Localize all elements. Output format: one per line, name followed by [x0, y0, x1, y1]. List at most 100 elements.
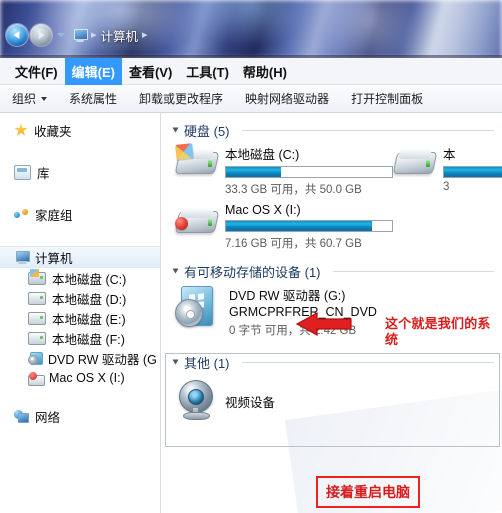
- drive-capacity-text: 7.16 GB 可用，共 60.7 GB: [225, 238, 362, 250]
- forward-arrow-icon: [38, 31, 45, 39]
- group-title: 其他 (1): [184, 355, 230, 371]
- organize-label: 组织: [12, 92, 37, 106]
- device-name: 视频设备: [225, 396, 276, 410]
- menu-tools[interactable]: 工具(T): [179, 58, 236, 85]
- left-arrow-annotation: [295, 311, 352, 337]
- system-properties-button[interactable]: 系统属性: [69, 90, 117, 107]
- recent-locations-chevron-down-icon[interactable]: [57, 33, 65, 37]
- chevron-down-icon: [41, 96, 48, 101]
- menu-help[interactable]: 帮助(H): [236, 58, 294, 85]
- tile-row-2: Mac OS X (I:) 7.16 GB 可用，共 60.7 GB: [161, 200, 502, 254]
- organize-button[interactable]: 组织: [12, 90, 48, 107]
- sidebar-item-homegroup[interactable]: 家庭组: [0, 204, 160, 224]
- menu-bar: 文件(F) 编辑(E) 查看(V) 工具(T) 帮助(H): [0, 57, 502, 85]
- dvd-drive-tile-g[interactable]: DVD RW 驱动器 (G:) GRMCPRFRER_CN_DVD 0 字节 可…: [175, 282, 393, 341]
- capacity-bar: [225, 220, 393, 232]
- tile-row-4: 视频设备: [161, 377, 502, 423]
- explorer-window: ▸ 计算机 ▸ 文件(F) 编辑(E) 查看(V) 工具(T) 帮助(H) 组织…: [0, 0, 502, 513]
- group-header-hard-disks[interactable]: 硬盘 (5): [161, 119, 502, 141]
- sidebar-item-mac-os-x-i[interactable]: Mac OS X (I:): [0, 368, 160, 388]
- system-drive-icon: [28, 268, 46, 285]
- navigation-pane[interactable]: 收藏夹 库 家庭组 计算机 本地磁盘 (C:) 本地磁盘 (D:) 本地磁盘 (…: [0, 113, 161, 513]
- breadcrumb-separator-2[interactable]: ▸: [142, 29, 148, 41]
- dvd-drive-name: DVD RW 驱动器 (G:): [229, 289, 346, 303]
- collapse-triangle-icon[interactable]: [172, 268, 179, 274]
- sidebar-item-label: 计算机: [35, 251, 73, 266]
- back-button[interactable]: [6, 24, 28, 46]
- sidebar-item-network[interactable]: 网络: [0, 406, 160, 426]
- sidebar-item-drive-f[interactable]: 本地磁盘 (F:): [0, 328, 160, 348]
- drive-capacity-text: 33.3 GB 可用，共 50.0 GB: [225, 184, 362, 196]
- breadcrumb-separator-1: ▸: [91, 28, 97, 41]
- sidebar-item-drive-d[interactable]: 本地磁盘 (D:): [0, 288, 160, 308]
- network-icon: [14, 409, 29, 423]
- sidebar-item-label: 本地磁盘 (E:): [52, 312, 126, 327]
- sidebar-item-computer[interactable]: 计算机: [0, 246, 160, 268]
- group-title: 硬盘 (5): [184, 123, 230, 139]
- drive-name: 本地磁盘 (C:): [225, 148, 300, 162]
- sidebar-item-label: Mac OS X (I:): [49, 371, 125, 385]
- drive-tile-clipped[interactable]: 本 3: [392, 141, 502, 200]
- map-network-drive-button[interactable]: 映射网络驱动器: [245, 90, 329, 107]
- menu-edit[interactable]: 编辑(E): [64, 57, 122, 85]
- sidebar-item-drive-e[interactable]: 本地磁盘 (E:): [0, 308, 160, 328]
- sidebar-item-label: 本地磁盘 (F:): [52, 332, 125, 347]
- drive-tile-mac-os-x[interactable]: Mac OS X (I:) 7.16 GB 可用，共 60.7 GB: [174, 200, 393, 254]
- sidebar-item-dvd-drive-g[interactable]: DVD RW 驱动器 (G: [0, 348, 160, 368]
- tile-row-1: 本地磁盘 (C:) 33.3 GB 可用，共 50.0 GB 本 3: [161, 141, 502, 200]
- sidebar-item-label: 本地磁盘 (C:): [52, 272, 127, 287]
- device-tile-video[interactable]: 视频设备: [175, 377, 393, 423]
- window-body: 收藏夹 库 家庭组 计算机 本地磁盘 (C:) 本地磁盘 (D:) 本地磁盘 (…: [0, 113, 502, 513]
- mac-hard-drive-icon: [174, 203, 220, 237]
- drive-name: 本: [443, 148, 456, 162]
- homegroup-icon: [14, 208, 29, 221]
- forward-button[interactable]: [30, 24, 52, 46]
- sidebar-item-label: 家庭组: [35, 208, 73, 223]
- dvd-drive-icon: [175, 285, 221, 327]
- dvd-drive-icon: [28, 351, 43, 365]
- capacity-bar: [225, 166, 393, 178]
- breadcrumb[interactable]: ▸ 计算机 ▸: [72, 25, 148, 45]
- group-title: 有可移动存储的设备 (1): [184, 264, 321, 280]
- sidebar-item-label: DVD RW 驱动器 (G: [48, 352, 157, 367]
- drive-tile-c[interactable]: 本地磁盘 (C:) 33.3 GB 可用，共 50.0 GB: [174, 141, 393, 200]
- collapse-triangle-icon[interactable]: [172, 127, 179, 133]
- reboot-annotation-box: 接着重启电脑: [316, 476, 420, 508]
- back-arrow-icon: [13, 31, 20, 39]
- computer-icon: [72, 28, 88, 42]
- menu-view[interactable]: 查看(V): [122, 58, 179, 85]
- drive-icon: [28, 291, 46, 305]
- collapse-triangle-icon[interactable]: [172, 359, 179, 365]
- sidebar-item-drive-c[interactable]: 本地磁盘 (C:): [0, 268, 160, 288]
- title-bar: ▸ 计算机 ▸: [0, 0, 502, 58]
- dvd-annotation-text: 这个就是我们的系统: [385, 316, 491, 347]
- system-hard-drive-icon: [174, 143, 220, 178]
- group-header-other[interactable]: 其他 (1): [161, 351, 502, 373]
- computer-icon: [14, 250, 30, 264]
- sidebar-item-label: 收藏夹: [34, 124, 72, 139]
- address-bar: ▸ 计算机 ▸: [0, 20, 502, 50]
- webcam-icon: [175, 380, 217, 420]
- command-bar: 组织 系统属性 卸载或更改程序 映射网络驱动器 打开控制面板: [0, 85, 502, 113]
- drive-name: Mac OS X (I:): [225, 203, 301, 217]
- menu-file[interactable]: 文件(F): [8, 58, 65, 85]
- drive-icon: [28, 331, 46, 345]
- group-rule: [241, 361, 494, 363]
- drive-icon: [28, 311, 46, 325]
- sidebar-item-favorites[interactable]: 收藏夹: [0, 120, 160, 140]
- group-rule: [241, 129, 494, 131]
- mac-drive-icon: [28, 372, 45, 386]
- group-header-removable-storage[interactable]: 有可移动存储的设备 (1): [161, 260, 502, 282]
- open-control-panel-button[interactable]: 打开控制面板: [351, 90, 423, 107]
- group-rule: [332, 270, 494, 272]
- sidebar-item-label: 网络: [35, 410, 61, 425]
- sidebar-item-label: 本地磁盘 (D:): [52, 292, 127, 307]
- breadcrumb-item-computer[interactable]: 计算机: [101, 26, 139, 45]
- library-icon: [14, 164, 31, 180]
- sidebar-item-libraries[interactable]: 库: [0, 162, 160, 182]
- uninstall-change-program-button[interactable]: 卸载或更改程序: [139, 90, 223, 107]
- capacity-bar: [443, 166, 502, 178]
- sidebar-item-label: 库: [37, 166, 50, 181]
- drive-capacity-text: 3: [443, 181, 450, 193]
